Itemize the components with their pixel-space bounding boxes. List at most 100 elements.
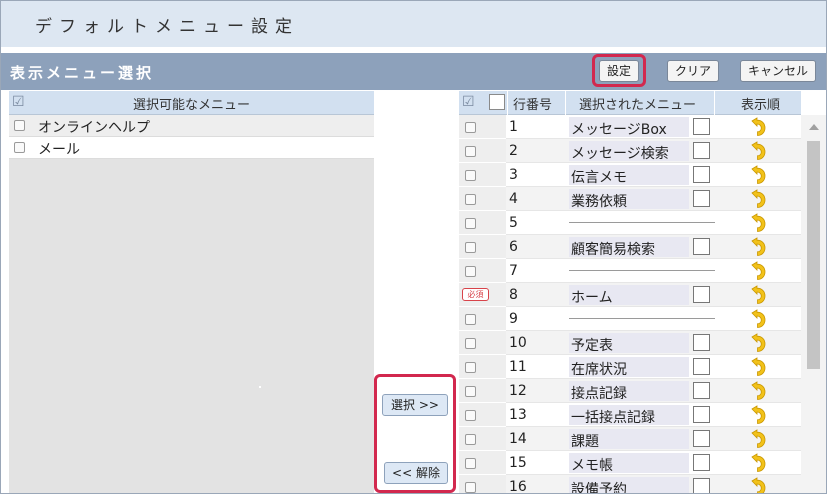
menu-name-field[interactable]: 顧客簡易検索 (569, 237, 689, 258)
menu-name: メッセージBox (571, 122, 667, 138)
menu-name-field[interactable]: 設備予約 (569, 477, 689, 493)
menu-option-checkbox[interactable] (693, 286, 710, 303)
item-checkbox[interactable] (14, 120, 25, 131)
menu-name-field[interactable]: 在席状況 (569, 357, 689, 378)
menu-name-field[interactable]: ホーム (569, 285, 689, 306)
add-to-selected-button[interactable]: 選択 >> (382, 394, 448, 416)
table-row[interactable]: 6 顧客簡易検索 (459, 235, 801, 259)
rotate-arrow-icon[interactable] (748, 405, 768, 425)
table-row[interactable]: 10 予定表 (459, 331, 801, 355)
cancel-button[interactable]: キャンセル (740, 60, 816, 82)
available-menu-label: メール (38, 142, 80, 158)
table-row[interactable]: 14 課題 (459, 427, 801, 451)
check-all-icon[interactable]: ☑ (462, 95, 478, 110)
menu-option-checkbox[interactable] (693, 238, 710, 255)
menu-option-checkbox[interactable] (693, 382, 710, 399)
table-row[interactable]: 16 設備予約 (459, 475, 801, 494)
rotate-arrow-icon[interactable] (748, 381, 768, 401)
display-order-cell (714, 475, 801, 494)
row-checkbox[interactable] (465, 314, 476, 325)
rotate-arrow-icon[interactable] (748, 453, 768, 473)
menu-name-field[interactable]: 業務依頼 (569, 189, 689, 210)
row-checkbox[interactable] (465, 338, 476, 349)
menu-option-checkbox[interactable] (693, 118, 710, 135)
row-checkbox[interactable] (465, 458, 476, 469)
rotate-arrow-icon[interactable] (748, 333, 768, 353)
vertical-scrollbar[interactable] (801, 115, 826, 493)
table-row[interactable]: 1 メッセージBox (459, 115, 801, 139)
menu-option-checkbox[interactable] (693, 190, 710, 207)
row-number-header: 行番号 (513, 98, 553, 113)
row-checkbox[interactable] (465, 122, 476, 133)
menu-name-field[interactable]: 伝言メモ (569, 165, 689, 186)
row-checkbox[interactable] (465, 362, 476, 373)
row-checkbox[interactable] (465, 410, 476, 421)
row-number-cell: 2 (506, 139, 564, 163)
row-checkbox[interactable] (465, 242, 476, 253)
table-row[interactable]: 5 (459, 211, 801, 235)
rotate-arrow-icon[interactable] (748, 213, 768, 233)
menu-option-checkbox[interactable] (693, 334, 710, 351)
menu-name: 業務依頼 (571, 194, 627, 210)
row-checkbox[interactable] (465, 218, 476, 229)
rotate-arrow-icon[interactable] (748, 357, 768, 377)
settings-button[interactable]: 設定 (599, 60, 639, 82)
row-checkbox[interactable] (465, 146, 476, 157)
menu-cell: 顧客簡易検索 (564, 235, 714, 259)
menu-name-field[interactable]: メッセージ検索 (569, 141, 689, 162)
table-row[interactable]: 9 (459, 307, 801, 331)
menu-cell (564, 259, 715, 283)
menu-name-field[interactable]: メモ帳 (569, 453, 689, 474)
row-checkbox[interactable] (465, 170, 476, 181)
rotate-arrow-icon[interactable] (748, 237, 768, 257)
section-header: 表示メニュー選択 設定 クリア キャンセル (1, 53, 826, 90)
available-menu-item[interactable]: オンラインヘルプ (9, 115, 374, 137)
menu-name-field[interactable]: 一括接点記録 (569, 405, 689, 426)
row-checkbox[interactable] (465, 266, 476, 277)
table-row[interactable]: 11 在席状況 (459, 355, 801, 379)
remove-from-selected-button[interactable]: << 解除 (384, 462, 448, 484)
menu-name-field[interactable]: 課題 (569, 429, 689, 450)
menu-option-checkbox[interactable] (693, 478, 710, 493)
rotate-arrow-icon[interactable] (748, 141, 768, 161)
row-checkbox[interactable] (465, 434, 476, 445)
rotate-arrow-icon[interactable] (748, 285, 768, 305)
menu-cell: ホーム (564, 283, 714, 307)
rotate-arrow-icon[interactable] (748, 189, 768, 209)
rotate-arrow-icon[interactable] (748, 261, 768, 281)
rotate-arrow-icon[interactable] (748, 165, 768, 185)
menu-option-checkbox[interactable] (693, 406, 710, 423)
row-number: 9 (509, 311, 518, 327)
menu-name-field[interactable]: 接点記録 (569, 381, 689, 402)
table-row[interactable]: 12 接点記録 (459, 379, 801, 403)
menu-option-checkbox[interactable] (693, 166, 710, 183)
table-row[interactable]: 必須 8 ホーム (459, 283, 801, 307)
rotate-arrow-icon[interactable] (748, 117, 768, 137)
available-menu-label: オンラインヘルプ (38, 120, 150, 136)
row-checkbox[interactable] (465, 194, 476, 205)
separator-line (569, 270, 715, 271)
rotate-arrow-icon[interactable] (748, 429, 768, 449)
table-row[interactable]: 3 伝言メモ (459, 163, 801, 187)
available-menu-item[interactable]: メール (9, 137, 374, 159)
item-checkbox[interactable] (14, 142, 25, 153)
menu-option-checkbox[interactable] (693, 430, 710, 447)
menu-name-field[interactable]: メッセージBox (569, 117, 689, 138)
table-row[interactable]: 7 (459, 259, 801, 283)
row-checkbox[interactable] (465, 482, 476, 493)
rotate-arrow-icon[interactable] (748, 477, 768, 494)
select-all-checkbox[interactable] (489, 94, 505, 110)
rotate-arrow-icon[interactable] (748, 309, 768, 329)
clear-button[interactable]: クリア (667, 60, 719, 82)
scroll-up-arrow-icon[interactable] (809, 124, 819, 130)
table-row[interactable]: 15 メモ帳 (459, 451, 801, 475)
menu-name-field[interactable]: 予定表 (569, 333, 689, 354)
menu-option-checkbox[interactable] (693, 142, 710, 159)
row-checkbox[interactable] (465, 386, 476, 397)
table-row[interactable]: 2 メッセージ検索 (459, 139, 801, 163)
menu-option-checkbox[interactable] (693, 454, 710, 471)
menu-option-checkbox[interactable] (693, 358, 710, 375)
scroll-thumb[interactable] (807, 141, 820, 369)
table-row[interactable]: 13 一括接点記録 (459, 403, 801, 427)
table-row[interactable]: 4 業務依頼 (459, 187, 801, 211)
